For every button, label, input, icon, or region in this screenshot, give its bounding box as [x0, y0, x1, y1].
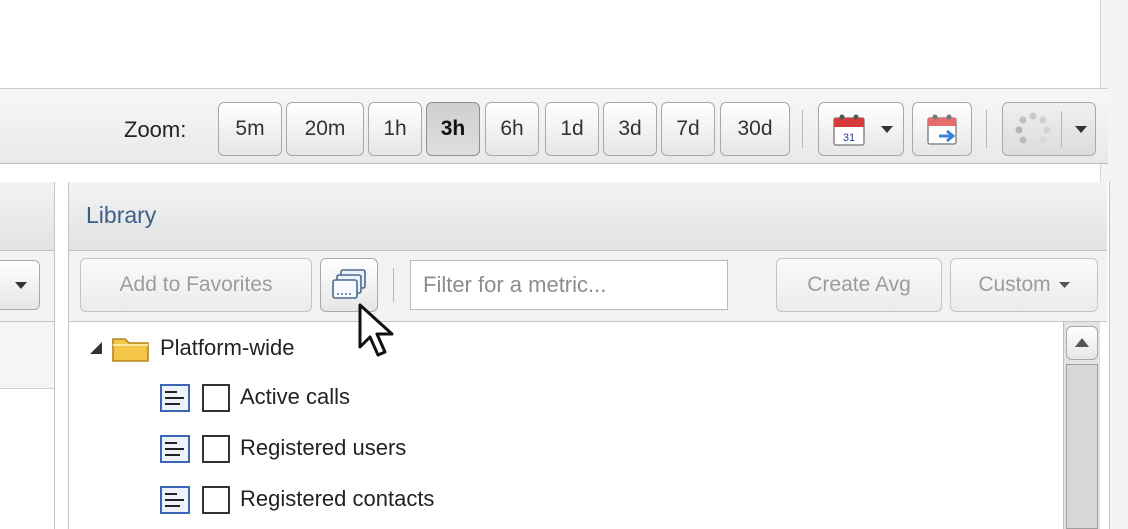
metric-checkbox[interactable]	[202, 486, 230, 514]
zoom-3d-button[interactable]: 3d	[603, 102, 657, 156]
tree-folder-label[interactable]: Platform-wide	[160, 335, 294, 361]
calendar-export-icon	[927, 114, 957, 145]
tree-item-label[interactable]: Registered users	[240, 435, 406, 461]
svg-text:31: 31	[843, 132, 855, 144]
chevron-down-icon	[1058, 281, 1070, 288]
metric-icon	[160, 384, 190, 412]
zoom-label: Zoom:	[124, 117, 187, 142]
metric-icon	[160, 435, 190, 463]
calendar-icon: 31	[833, 114, 865, 146]
toolbar-separator	[986, 110, 987, 148]
add-to-favorites-button[interactable]: Add to Favorites	[80, 258, 312, 312]
metric-checkbox[interactable]	[202, 384, 230, 412]
zoom-1d-button[interactable]: 1d	[545, 102, 599, 156]
scroll-up-button[interactable]	[1066, 326, 1098, 360]
zoom-7d-button[interactable]: 7d	[661, 102, 715, 156]
left-panel-header	[0, 182, 54, 251]
library-header	[69, 182, 1107, 251]
left-panel-row[interactable]	[0, 322, 54, 389]
zoom-3h-button[interactable]: 3h	[426, 102, 480, 156]
mouse-pointer-icon	[358, 303, 394, 357]
tree-item-label[interactable]: Registered contacts	[240, 486, 434, 512]
refresh-menu-button[interactable]	[1002, 102, 1096, 156]
chevron-down-icon	[881, 126, 893, 133]
windows-stack-icon	[332, 269, 366, 299]
calendar-export-button[interactable]	[912, 102, 972, 156]
loading-spinner-icon	[1015, 112, 1051, 148]
arrow-up-icon	[1075, 338, 1089, 347]
custom-menu-button[interactable]: Custom	[950, 258, 1098, 312]
folder-icon	[112, 338, 149, 362]
zoom-20m-button[interactable]: 20m	[286, 102, 364, 156]
date-picker-button[interactable]: 31	[818, 102, 904, 156]
metric-checkbox[interactable]	[202, 435, 230, 463]
zoom-30d-button[interactable]: 30d	[720, 102, 790, 156]
metric-filter-input[interactable]	[410, 260, 728, 310]
zoom-6h-button[interactable]: 6h	[485, 102, 539, 156]
toolbar-separator	[393, 268, 394, 302]
scrollbar-thumb[interactable]	[1066, 364, 1098, 529]
chevron-down-icon	[1075, 126, 1087, 133]
tree-item-label[interactable]: Active calls	[240, 384, 350, 410]
split-separator	[1061, 111, 1062, 147]
chevron-down-icon	[15, 282, 27, 289]
zoom-5m-button[interactable]: 5m	[218, 102, 282, 156]
create-avg-button[interactable]: Create Avg	[776, 258, 942, 312]
zoom-1h-button[interactable]: 1h	[368, 102, 422, 156]
metric-icon	[160, 486, 190, 514]
custom-label: Custom	[978, 273, 1051, 296]
library-title: Library	[86, 202, 157, 228]
left-dropdown-button[interactable]	[0, 260, 40, 310]
expand-triangle-icon[interactable]	[88, 340, 104, 356]
toolbar-separator	[802, 110, 803, 148]
